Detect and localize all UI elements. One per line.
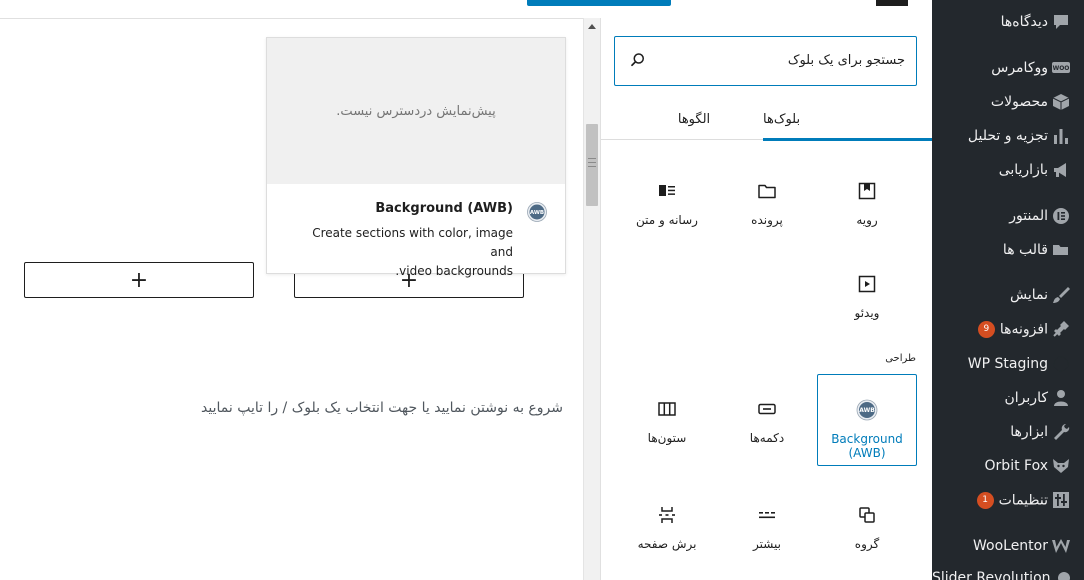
- inserter-toggle-button[interactable]: [876, 0, 908, 6]
- megaphone-icon: [1054, 163, 1066, 177]
- menu-slider-revolution[interactable]: Slider Revolution: [932, 561, 1084, 580]
- block-file[interactable]: پرونده: [717, 156, 817, 248]
- cover-icon: [858, 182, 876, 200]
- category-design-label: طراحی: [885, 353, 916, 364]
- menu-elementor[interactable]: المنتور: [932, 199, 1084, 233]
- block-buttons[interactable]: دکمه‌ها: [717, 374, 817, 466]
- column-1-add-block-button[interactable]: +: [24, 262, 254, 298]
- settings-sliders-icon: [1053, 492, 1069, 508]
- block-preview-popover: پیش‌نمایش دردسترس نیست. AWB Background (…: [266, 37, 566, 278]
- menu-plugins[interactable]: افزونه‌ها9: [932, 312, 1084, 346]
- woocommerce-icon: WOO: [1052, 62, 1070, 73]
- settings-update-badge: 1: [976, 491, 994, 509]
- elementor-icon: [1053, 208, 1069, 224]
- folder-open-icon: [1053, 245, 1068, 255]
- preview-area: پیش‌نمایش دردسترس نیست.: [267, 38, 565, 184]
- grip-icon: [588, 158, 596, 167]
- awb-icon: AWB: [856, 399, 878, 421]
- wrench-icon: [1054, 424, 1070, 440]
- preview-title: Background (AWB): [375, 201, 513, 216]
- columns-icon: [658, 402, 676, 416]
- search-icon: [631, 53, 644, 67]
- preview-info: AWB Background (AWB) Create sections wit…: [267, 184, 565, 281]
- svg-text:AWB: AWB: [530, 210, 544, 216]
- menu-woolentor[interactable]: WooLentor: [932, 529, 1084, 563]
- tab-patterns[interactable]: الگوها: [617, 98, 771, 140]
- woolentor-icon: [1052, 539, 1070, 553]
- scroll-up-arrow-icon[interactable]: [588, 24, 596, 29]
- block-search-input[interactable]: [655, 37, 905, 84]
- buttons-icon: [758, 403, 776, 415]
- plus-icon: +: [129, 267, 149, 293]
- fox-icon: [1053, 459, 1069, 473]
- user-icon: [1054, 390, 1068, 406]
- group-icon: [859, 507, 875, 523]
- tab-blocks[interactable]: بلوک‌ها: [763, 98, 933, 141]
- svg-text:WOO: WOO: [1053, 65, 1070, 72]
- block-group[interactable]: گروه: [817, 480, 917, 572]
- canvas-scrollbar[interactable]: [583, 18, 600, 580]
- menu-comments[interactable]: دیدگاه‌ها: [932, 5, 1084, 39]
- admin-sidebar: دیدگاه‌ها WOO ووکامرس محصولات تجزیه و تح…: [932, 0, 1084, 580]
- menu-settings[interactable]: تنظیمات1: [932, 483, 1084, 517]
- block-more[interactable]: بیشتر: [717, 480, 817, 572]
- block-search[interactable]: [614, 36, 917, 86]
- toolbar-divider: [0, 18, 583, 19]
- publish-button[interactable]: [527, 0, 671, 6]
- block-background-awb[interactable]: AWB Background (AWB): [817, 374, 917, 466]
- block-video[interactable]: ویدئو: [817, 249, 917, 341]
- editor-canvas[interactable]: + + شروع به نوشتن نمایید یا جهت انتخاب ی…: [0, 0, 671, 580]
- menu-tools[interactable]: ابزارها: [932, 415, 1084, 449]
- menu-products[interactable]: محصولات: [932, 85, 1084, 119]
- block-page-break[interactable]: برش صفحه: [617, 480, 717, 572]
- more-icon: [759, 512, 775, 519]
- bar-chart-icon: [1054, 129, 1068, 144]
- preview-description: Create sections with color, image and .v…: [312, 226, 513, 278]
- menu-appearance[interactable]: نمایش: [932, 278, 1084, 312]
- no-preview-text: پیش‌نمایش دردسترس نیست.: [336, 103, 496, 119]
- menu-wp-staging[interactable]: WP Staging: [932, 347, 1084, 381]
- wp-staging-icon: [1053, 356, 1069, 372]
- block-cover[interactable]: رویه: [817, 156, 917, 248]
- paintbrush-icon: [1053, 287, 1070, 303]
- page-break-icon: [659, 507, 675, 523]
- plugins-update-badge: 9: [977, 320, 995, 338]
- slider-revolution-icon: [1057, 572, 1070, 580]
- comment-icon: [1054, 15, 1068, 29]
- block-inserter-panel: بلوک‌ها الگوها رویه پرونده رسانه و: [600, 18, 933, 580]
- block-columns[interactable]: ستون‌ها: [617, 374, 717, 466]
- video-icon: [858, 275, 876, 293]
- media-text-icon: [659, 185, 675, 196]
- app-root: + + شروع به نوشتن نمایید یا جهت انتخاب ی…: [0, 0, 1084, 580]
- block-media-text[interactable]: رسانه و متن: [617, 156, 717, 248]
- menu-analytics[interactable]: تجزیه و تحلیل: [932, 119, 1084, 153]
- default-block-appender[interactable]: شروع به نوشتن نمایید یا جهت انتخاب یک بل…: [3, 400, 563, 416]
- menu-marketing[interactable]: بازاریابی: [932, 153, 1084, 187]
- folder-icon: [758, 184, 776, 199]
- svg-text:AWB: AWB: [859, 407, 875, 414]
- menu-woocommerce[interactable]: WOO ووکامرس: [932, 51, 1084, 85]
- plugin-icon: [1053, 321, 1069, 337]
- inserter-tabs: بلوک‌ها الگوها: [601, 98, 933, 141]
- menu-orbit-fox[interactable]: Orbit Fox: [932, 449, 1084, 483]
- box-icon: [1052, 94, 1070, 110]
- menu-templates[interactable]: قالب ها: [932, 233, 1084, 267]
- menu-users[interactable]: کاربران: [932, 381, 1084, 415]
- awb-icon: AWB: [527, 202, 547, 222]
